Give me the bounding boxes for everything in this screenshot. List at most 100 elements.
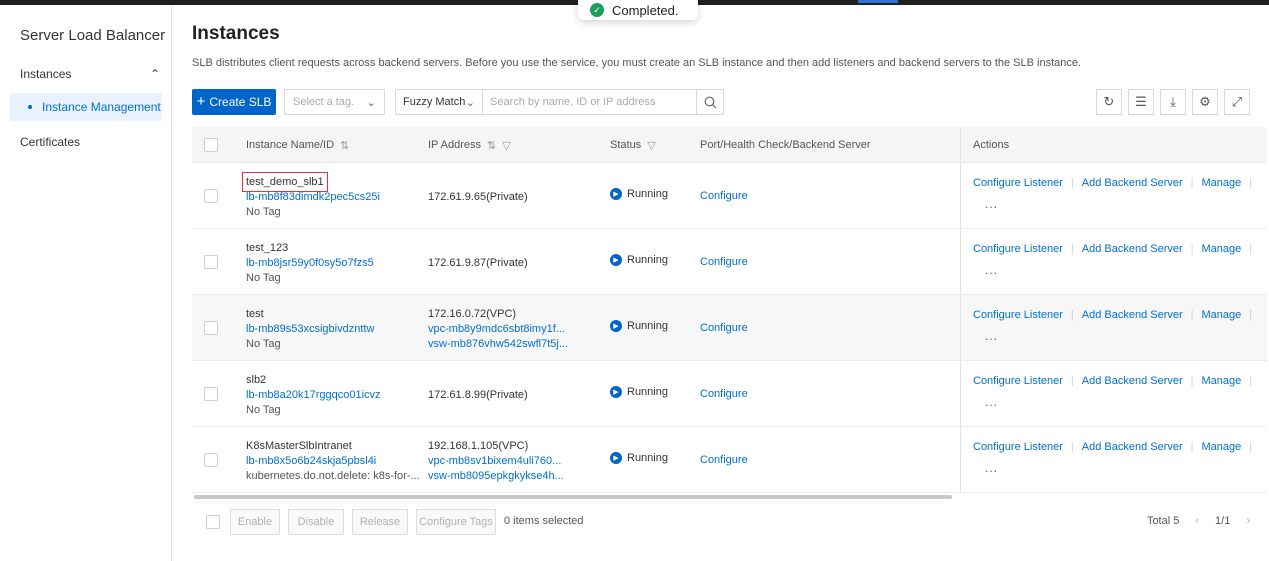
manage-link[interactable]: Manage bbox=[1202, 441, 1242, 453]
instance-id-link[interactable]: lb-mb8x5o6b24skja5pbsl4i bbox=[246, 454, 420, 469]
more-actions-icon[interactable]: ... bbox=[985, 197, 998, 211]
table-row: test lb-mb89s53xcsigbivdznttw No Tag 172… bbox=[192, 295, 1267, 361]
action-separator: | bbox=[1190, 177, 1194, 189]
instance-name: test bbox=[246, 308, 264, 320]
filter-icon[interactable]: ▽ bbox=[647, 139, 655, 152]
more-actions-icon[interactable]: ... bbox=[985, 329, 998, 343]
refresh-icon[interactable]: ↻ bbox=[1096, 89, 1122, 115]
action-separator: | bbox=[1249, 243, 1253, 255]
search-button[interactable] bbox=[697, 89, 724, 115]
vswitch-link[interactable]: vsw-mb8095epkgkykse4h... bbox=[428, 469, 564, 484]
configure-listener-link[interactable]: Configure Listener bbox=[973, 375, 1063, 387]
filter-icon[interactable]: ▽ bbox=[502, 139, 510, 152]
prev-page-icon[interactable]: ‹ bbox=[1195, 515, 1199, 527]
more-actions-icon[interactable]: ... bbox=[985, 395, 998, 409]
release-button[interactable]: Release bbox=[352, 509, 408, 535]
disable-button[interactable]: Disable bbox=[288, 509, 344, 535]
add-backend-server-link[interactable]: Add Backend Server bbox=[1082, 441, 1183, 453]
vswitch-link[interactable]: vsw-mb876vhw542swfl7t5j... bbox=[428, 337, 568, 352]
row-checkbox[interactable] bbox=[204, 321, 218, 335]
running-icon: ▶ bbox=[610, 386, 622, 398]
match-mode-select[interactable]: Fuzzy Match ⌄ bbox=[395, 89, 483, 115]
row-checkbox[interactable] bbox=[204, 387, 218, 401]
select-all-checkbox[interactable] bbox=[204, 138, 218, 152]
configure-link[interactable]: Configure bbox=[700, 256, 748, 268]
manage-link[interactable]: Manage bbox=[1202, 309, 1242, 321]
instance-tag: No Tag bbox=[246, 272, 281, 284]
chevron-down-icon: ⌄ bbox=[465, 96, 475, 109]
create-slb-label: Create SLB bbox=[209, 95, 272, 109]
sort-icon[interactable]: ⇅ bbox=[340, 139, 349, 152]
column-header-ip[interactable]: IP Address ⇅ ▽ bbox=[428, 127, 511, 163]
sidebar-group-instances[interactable]: Instances ⌃ bbox=[20, 67, 160, 81]
gear-icon[interactable]: ⚙ bbox=[1192, 89, 1218, 115]
action-separator: | bbox=[1190, 309, 1194, 321]
instance-id-link[interactable]: lb-mb8a20k17rggqco01icvz bbox=[246, 388, 381, 403]
configure-tags-button[interactable]: Configure Tags bbox=[416, 509, 496, 535]
page-title: Instances bbox=[192, 23, 280, 44]
status-text: Running bbox=[627, 254, 668, 266]
manage-link[interactable]: Manage bbox=[1202, 243, 1242, 255]
action-separator: | bbox=[1249, 375, 1253, 387]
horizontal-scrollbar[interactable] bbox=[194, 495, 952, 499]
instance-id-link[interactable]: lb-mb8jsr59y0f0sy5o7fzs5 bbox=[246, 256, 374, 271]
download-icon[interactable]: ⤓ bbox=[1160, 89, 1186, 115]
more-actions-icon[interactable]: ... bbox=[985, 461, 998, 475]
create-slb-button[interactable]: + Create SLB bbox=[192, 89, 276, 115]
instance-name-cell: slb2 lb-mb8a20k17rggqco01icvz No Tag bbox=[246, 373, 381, 418]
configure-listener-link[interactable]: Configure Listener bbox=[973, 441, 1063, 453]
instance-name: K8sMasterSlbIntranet bbox=[246, 440, 352, 452]
search-input[interactable]: Search by name, ID or IP address bbox=[482, 89, 697, 115]
toast-text: Completed. bbox=[612, 2, 679, 18]
running-icon: ▶ bbox=[610, 188, 622, 200]
selection-count: 0 items selected bbox=[504, 515, 584, 527]
instances-table: Instance Name/ID ⇅ IP Address ⇅ ▽ Status… bbox=[192, 127, 1267, 493]
actions-cell: Configure Listener | Add Backend Server … bbox=[960, 163, 1267, 228]
add-backend-server-link[interactable]: Add Backend Server bbox=[1082, 375, 1183, 387]
configure-link[interactable]: Configure bbox=[700, 190, 748, 202]
sidebar-item-certificates[interactable]: Certificates bbox=[20, 135, 80, 149]
sidebar-item-instance-management[interactable]: Instance Management bbox=[10, 93, 162, 121]
more-actions-icon[interactable]: ... bbox=[985, 263, 998, 277]
configure-link[interactable]: Configure bbox=[700, 388, 748, 400]
manage-link[interactable]: Manage bbox=[1202, 177, 1242, 189]
ip-address: 172.16.0.72(VPC) bbox=[428, 308, 517, 320]
configure-link[interactable]: Configure bbox=[700, 454, 748, 466]
running-icon: ▶ bbox=[610, 452, 622, 464]
action-separator: | bbox=[1070, 177, 1074, 189]
column-settings-icon[interactable]: ☰ bbox=[1128, 89, 1154, 115]
configure-listener-link[interactable]: Configure Listener bbox=[973, 243, 1063, 255]
add-backend-server-link[interactable]: Add Backend Server bbox=[1082, 177, 1183, 189]
sort-icon[interactable]: ⇅ bbox=[487, 139, 496, 152]
enable-button[interactable]: Enable bbox=[230, 509, 280, 535]
instance-id-link[interactable]: lb-mb89s53xcsigbivdznttw bbox=[246, 322, 374, 337]
fullscreen-icon[interactable]: ⤢ bbox=[1224, 89, 1250, 115]
vpc-link[interactable]: vpc-mb8y9mdc6sbt8imy1f... bbox=[428, 322, 568, 337]
search-placeholder: Search by name, ID or IP address bbox=[490, 96, 656, 108]
instance-id-link[interactable]: lb-mb8f83dimdk2pec5cs25i bbox=[246, 190, 380, 205]
row-checkbox[interactable] bbox=[204, 189, 218, 203]
table-header: Instance Name/ID ⇅ IP Address ⇅ ▽ Status… bbox=[192, 127, 1267, 163]
running-icon: ▶ bbox=[610, 254, 622, 266]
instance-name: test_demo_slb1 bbox=[242, 172, 328, 192]
ip-address-cell: 192.168.1.105(VPC) vpc-mb8sv1bixem4uli76… bbox=[428, 439, 564, 484]
manage-link[interactable]: Manage bbox=[1202, 375, 1242, 387]
next-page-icon[interactable]: › bbox=[1246, 515, 1250, 527]
vpc-link[interactable]: vpc-mb8sv1bixem4uli760... bbox=[428, 454, 564, 469]
tag-select[interactable]: Select a tag. ⌄ bbox=[284, 89, 385, 115]
column-header-status[interactable]: Status ▽ bbox=[610, 127, 656, 163]
configure-listener-link[interactable]: Configure Listener bbox=[973, 177, 1063, 189]
column-header-name[interactable]: Instance Name/ID ⇅ bbox=[246, 127, 349, 163]
row-checkbox[interactable] bbox=[204, 255, 218, 269]
instance-name-cell: test_123 lb-mb8jsr59y0f0sy5o7fzs5 No Tag bbox=[246, 241, 374, 286]
status-text: Running bbox=[627, 452, 668, 464]
action-separator: | bbox=[1249, 177, 1253, 189]
configure-link[interactable]: Configure bbox=[700, 322, 748, 334]
add-backend-server-link[interactable]: Add Backend Server bbox=[1082, 243, 1183, 255]
footer-select-all-checkbox[interactable] bbox=[206, 515, 220, 529]
configure-listener-link[interactable]: Configure Listener bbox=[973, 309, 1063, 321]
add-backend-server-link[interactable]: Add Backend Server bbox=[1082, 309, 1183, 321]
row-checkbox[interactable] bbox=[204, 453, 218, 467]
action-separator: | bbox=[1190, 243, 1194, 255]
action-separator: | bbox=[1249, 441, 1253, 453]
